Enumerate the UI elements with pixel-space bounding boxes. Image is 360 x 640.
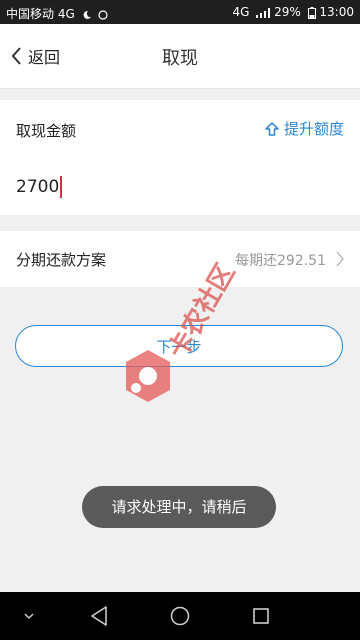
chevron-down-icon[interactable] [22, 609, 36, 623]
battery-percent: 29% [274, 5, 301, 19]
clock: 13:00 [319, 5, 354, 19]
signal-icon [256, 7, 271, 18]
amount-value-text: 2700 [16, 177, 60, 197]
carrier-text: 中国移动 4G [6, 7, 75, 21]
toast-message: 请求处理中，请稍后 [82, 486, 276, 528]
battery-icon [307, 6, 316, 19]
next-step-button[interactable]: 下一步 [15, 325, 343, 367]
plan-value: 每期还292.51 [235, 253, 326, 269]
amount-label: 取现金额 [16, 122, 77, 140]
raise-limit-label: 提升额度 [283, 120, 344, 138]
back-triangle-icon[interactable] [88, 604, 110, 628]
network-type: 4G [232, 5, 250, 19]
moon-icon [83, 10, 91, 19]
text-caret [60, 176, 63, 198]
arrow-up-icon [265, 121, 279, 136]
status-bar: 中国移动 4G 4G 29% 13:00 [0, 0, 360, 24]
plan-label: 分期还款方案 [16, 251, 107, 269]
page-title: 取现 [162, 48, 198, 69]
recent-square-icon[interactable] [250, 604, 272, 628]
app-header: 返回 取现 [0, 24, 360, 89]
amount-card: 取现金额 提升额度 2700 [0, 100, 360, 215]
chevron-right-icon [336, 251, 344, 267]
home-circle-icon[interactable] [169, 604, 191, 628]
amount-input[interactable]: 2700 [16, 176, 63, 198]
raise-limit-link[interactable]: 提升额度 [264, 118, 344, 139]
installment-plan-row[interactable]: 分期还款方案 每期还292.51 [0, 231, 360, 287]
notification-icon [98, 9, 109, 20]
system-nav-bar [0, 592, 360, 640]
